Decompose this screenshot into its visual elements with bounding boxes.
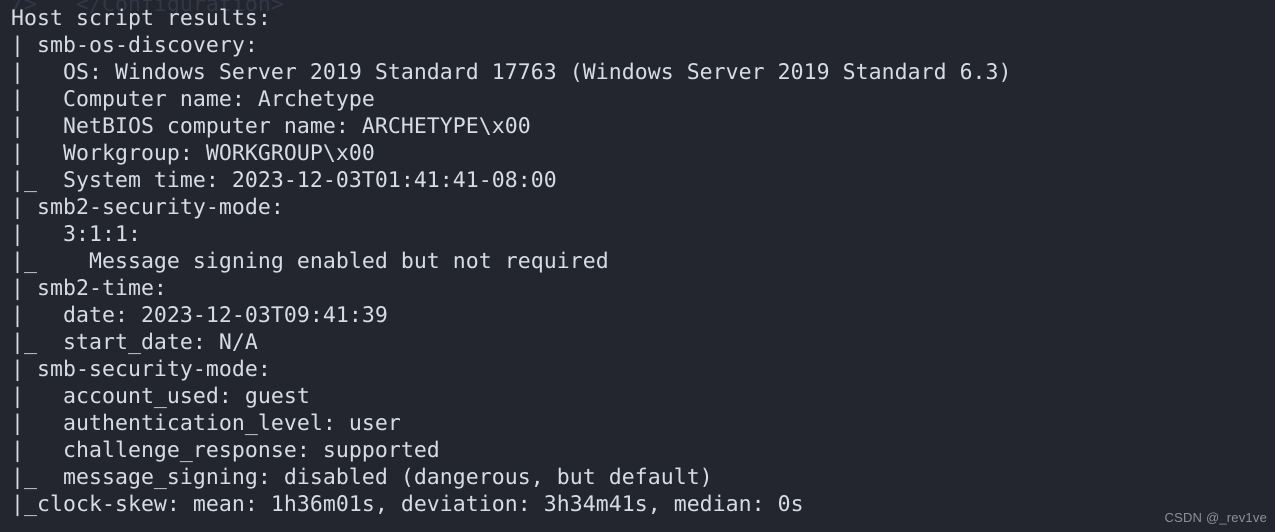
output-line: | smb2-time:	[11, 276, 180, 301]
csdn-watermark: CSDN @_rev1ve	[1164, 510, 1267, 525]
output-line: | Workgroup: WORKGROUP\x00	[11, 141, 375, 166]
output-line: | authentication_level: user	[11, 411, 401, 436]
output-line: |_ start_date: N/A	[11, 330, 258, 355]
nmap-host-script-output: Host script results: | smb-os-discovery: …	[11, 5, 1275, 518]
output-line: |_ Message signing enabled but not requi…	[11, 249, 609, 274]
output-line: | Computer name: Archetype	[11, 87, 375, 112]
output-line: | smb-security-mode:	[11, 357, 284, 382]
output-line: | OS: Windows Server 2019 Standard 17763…	[11, 60, 1012, 85]
output-line: |_ message_signing: disabled (dangerous,…	[11, 465, 713, 490]
output-line: | account_used: guest	[11, 384, 310, 409]
output-line: |_clock-skew: mean: 1h36m01s, deviation:…	[11, 492, 804, 517]
output-line: |_ System time: 2023-12-03T01:41:41-08:0…	[11, 168, 557, 193]
output-line: | smb-os-discovery:	[11, 33, 271, 58]
output-line: | challenge_response: supported	[11, 438, 440, 463]
output-line: | NetBIOS computer name: ARCHETYPE\x00	[11, 114, 531, 139]
output-line: | date: 2023-12-03T09:41:39	[11, 303, 388, 328]
output-line: | 3:1:1:	[11, 222, 154, 247]
output-line: Host script results:	[11, 6, 271, 31]
terminal-window[interactable]: /> </Configuration> Host script results:…	[0, 0, 1275, 532]
output-line: | smb2-security-mode:	[11, 195, 297, 220]
